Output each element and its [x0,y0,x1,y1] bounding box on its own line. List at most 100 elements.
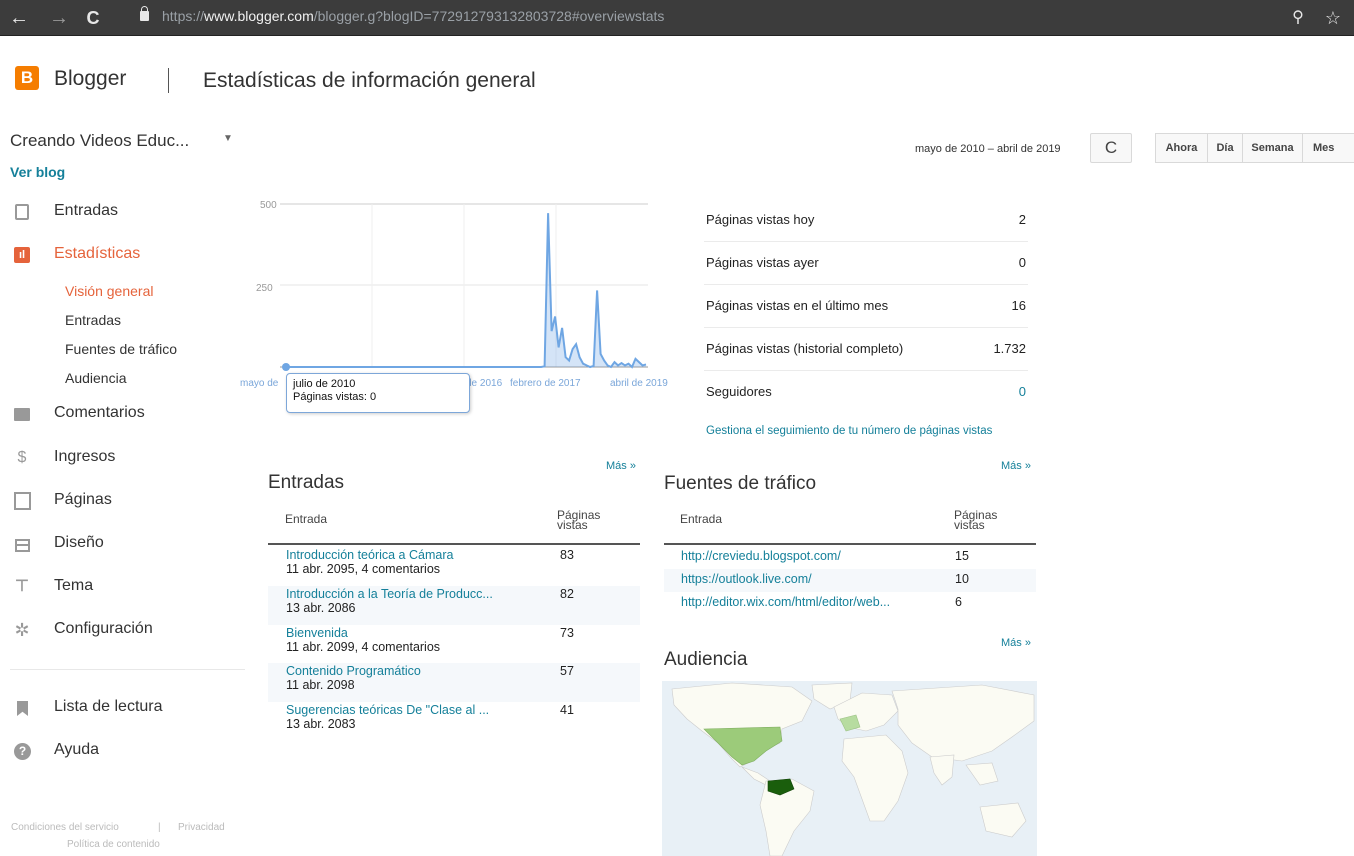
privacy-link[interactable]: Privacidad [178,822,225,833]
content-policy-link[interactable]: Política de contenido [67,839,160,850]
stat-row-followers: Seguidores 0 [704,371,1028,414]
sidebar-item-settings[interactable]: ✲ Configuración [12,616,242,644]
sidebar-item-earnings[interactable]: $ Ingresos [12,444,242,472]
country-usa [703,726,783,766]
sidebar-item-theme[interactable]: ⊤ Tema [12,573,242,601]
post-link[interactable]: Introducción teórica a Cámara [286,548,453,562]
sidebar-subitem-traffic-sources[interactable]: Fuentes de tráfico [65,341,177,357]
table-row: Contenido Programático 11 abr. 2098 57 [268,663,640,702]
pages-icon [14,492,31,510]
post-views: 73 [560,626,574,640]
range-month-button[interactable]: Mes [1303,134,1354,162]
traffic-more-link[interactable]: Más » [1001,460,1031,472]
stat-row-last-month: Páginas vistas en el último mes 16 [704,285,1028,328]
post-views: 41 [560,703,574,717]
view-blog-link[interactable]: Ver blog [10,164,65,180]
post-meta: 13 abr. 2083 [286,717,356,731]
y-tick-label: 250 [256,283,273,294]
blogger-logo-icon[interactable]: B [15,66,39,90]
sidebar-subitem-posts[interactable]: Entradas [65,312,121,328]
app-name: Blogger [54,67,127,90]
tooltip-value: Páginas vistas: 0 [293,391,377,403]
source-link[interactable]: http://editor.wix.com/html/editor/web... [681,595,890,609]
x-tick-label: abril de 2019 [610,378,668,389]
stat-label: Páginas vistas ayer [706,255,819,270]
source-views: 10 [955,572,969,586]
stat-label: Páginas vistas en el último mes [706,298,889,313]
audience-world-map[interactable] [662,681,1037,856]
sidebar-item-label: Ingresos [54,448,116,465]
post-link[interactable]: Sugerencias teóricas De "Clase al ... [286,703,489,717]
stat-label: Seguidores [706,384,772,399]
x-tick-label: de 2016 [466,378,503,389]
africa [841,734,909,822]
southeast-asia [965,762,999,786]
range-button-group: Ahora Día Semana Mes [1155,133,1354,163]
source-views: 15 [955,549,969,563]
lock-icon [140,6,149,21]
blog-selector[interactable]: Creando Videos Educ... [10,131,189,151]
back-arrow-icon[interactable]: ← [6,5,32,31]
y-tick-label: 500 [260,200,277,211]
page-title: Estadísticas de información general [203,69,536,92]
sidebar-item-label: Estadísticas [54,245,141,262]
source-link[interactable]: http://creviedu.blogspot.com/ [681,549,841,563]
post-link[interactable]: Bienvenida [286,626,348,640]
stat-value: 2 [1018,212,1026,227]
posts-more-link[interactable]: Más » [606,460,636,472]
bookmark-star-icon[interactable]: ☆ [1320,5,1346,31]
posts-section-title: Entradas [268,472,345,493]
stat-row-today: Páginas vistas hoy 2 [704,199,1028,242]
gear-icon: ✲ [14,620,30,640]
chevron-down-icon[interactable]: ▼ [223,133,233,144]
x-tick-label: mayo de [240,378,279,389]
chart-tooltip: julio de 2010 Páginas vistas: 0 [286,373,470,413]
reload-icon[interactable]: C [80,5,106,31]
data-point[interactable] [282,363,290,371]
sidebar-item-label: Diseño [54,534,104,551]
comments-icon [14,408,30,421]
source-views: 6 [955,595,962,609]
refresh-button[interactable]: C [1090,133,1132,163]
post-link[interactable]: Introducción a la Teoría de Producc... [286,587,493,601]
sidebar-item-label: Tema [54,577,94,594]
followers-count-link[interactable]: 0 [1019,384,1026,399]
table-row: https://outlook.live.com/ 10 [664,569,1036,592]
range-now-button[interactable]: Ahora [1156,134,1208,162]
url-text[interactable]: https://www.blogger.com/blogger.g?blogID… [162,8,664,24]
range-week-button[interactable]: Semana [1243,134,1303,162]
address-bar[interactable]: https://www.blogger.com/blogger.g?blogID… [134,4,1284,32]
sidebar-item-comments[interactable]: Comentarios [12,400,242,428]
post-link[interactable]: Contenido Programático [286,664,421,678]
sidebar-item-label: Configuración [54,620,153,637]
sidebar-item-label: Comentarios [54,404,145,421]
terms-link[interactable]: Condiciones del servicio [11,822,119,833]
help-icon: ? [14,743,31,760]
australia [979,802,1027,838]
range-day-button[interactable]: Día [1208,134,1243,162]
pageviews-chart[interactable]: 500 250 mayo de de 2016 febrero de 2017 … [236,195,686,395]
sidebar-item-layout[interactable]: Diseño [12,530,242,558]
sidebar-subitem-audience[interactable]: Audiencia [65,370,127,386]
sidebar-item-label: Páginas [54,491,112,508]
sidebar-item-reading-list[interactable]: Lista de lectura [12,694,242,722]
stat-label: Páginas vistas (historial completo) [706,341,904,356]
dollar-icon: $ [17,449,27,466]
sidebar-divider [10,669,245,670]
sidebar-item-pages[interactable]: Páginas [12,487,242,515]
audience-more-link[interactable]: Más » [1001,637,1031,649]
forward-arrow-icon[interactable]: → [46,5,72,31]
stat-row-yesterday: Páginas vistas ayer 0 [704,242,1028,285]
traffic-col-views: Páginas vistas [954,508,998,532]
manage-tracking-link[interactable]: Gestiona el seguimiento de tu número de … [706,425,992,437]
table-row: Introducción a la Teoría de Producc... 1… [268,586,640,625]
source-link[interactable]: https://outlook.live.com/ [681,572,812,586]
post-meta: 13 abr. 2086 [286,601,356,615]
series-area [286,213,646,367]
sidebar-item-posts[interactable]: Entradas [12,198,242,226]
sidebar-subitem-overview[interactable]: Visión general [65,283,153,299]
zoom-icon[interactable]: ⚲ [1285,5,1311,31]
sidebar-item-help[interactable]: ? Ayuda [12,737,242,765]
sidebar-item-stats[interactable]: ıl Estadísticas [12,241,242,269]
sidebar-item-label: Lista de lectura [54,698,163,715]
